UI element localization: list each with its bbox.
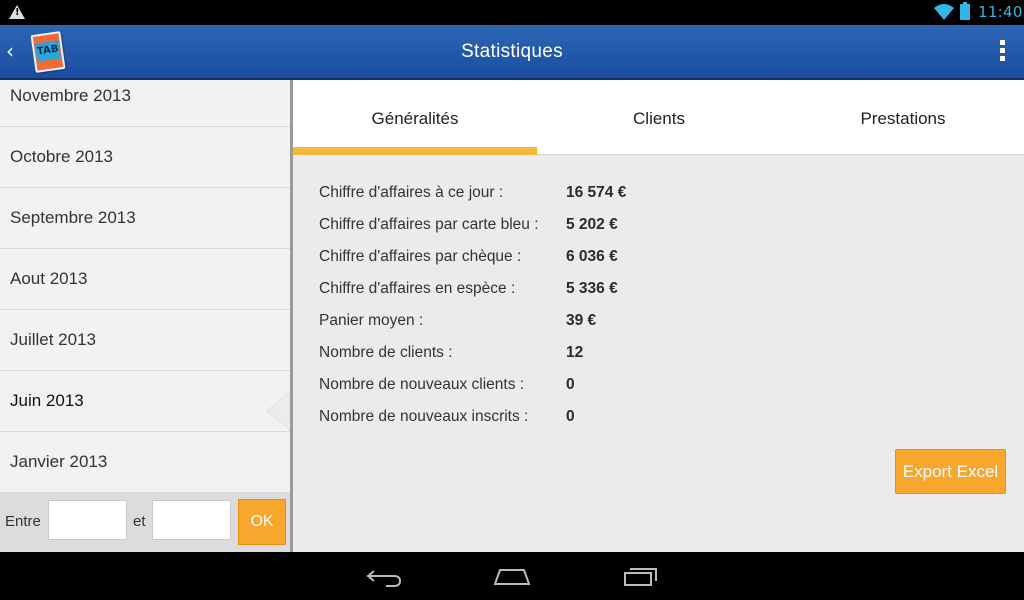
stat-row-nb-clients: Nombre de clients : 12 — [319, 344, 719, 376]
month-item-octobre-2013[interactable]: Octobre 2013 — [0, 127, 290, 188]
month-item-novembre-2013[interactable]: Novembre 2013 — [0, 80, 290, 127]
month-item-juillet-2013[interactable]: Juillet 2013 — [0, 310, 290, 371]
month-label: Janvier 2013 — [10, 452, 108, 471]
stat-value: 12 — [566, 344, 584, 361]
export-excel-button[interactable]: Export Excel — [895, 449, 1006, 494]
stat-row-nouveaux-clients: Nombre de nouveaux clients : 0 — [319, 376, 719, 408]
stat-value: 5 202 € — [566, 216, 618, 233]
month-label: Aout 2013 — [10, 269, 88, 288]
stat-row-ca-cheque: Chiffre d'affaires par chèque : 6 036 € — [319, 248, 719, 280]
sidebar: Novembre 2013 Octobre 2013 Septembre 201… — [0, 80, 290, 552]
stat-label: Nombre de clients : — [319, 344, 453, 361]
month-item-janvier-2013[interactable]: Janvier 2013 — [0, 432, 290, 492]
status-bar: 11:40 — [0, 0, 1024, 25]
month-label: Juillet 2013 — [10, 330, 97, 349]
ok-button[interactable]: OK — [238, 499, 286, 545]
tab-generalites[interactable]: Généralités — [293, 80, 537, 155]
month-item-juin-2013[interactable]: Juin 2013 — [0, 371, 290, 432]
page-title: Statistiques — [461, 41, 563, 62]
screen: 11:40 ‹ TAB Statistiques Novembre 2013 O… — [0, 0, 1024, 600]
battery-icon — [960, 2, 970, 20]
stat-value: 6 036 € — [566, 248, 618, 265]
stat-value: 5 336 € — [566, 280, 618, 297]
action-bar: ‹ TAB Statistiques — [0, 25, 1024, 80]
recent-apps-icon[interactable] — [620, 562, 660, 590]
tab-clients[interactable]: Clients — [537, 80, 781, 155]
warning-icon — [9, 5, 25, 19]
month-list[interactable]: Novembre 2013 Octobre 2013 Septembre 201… — [0, 80, 290, 492]
stat-value: 0 — [566, 376, 575, 393]
stat-label: Panier moyen : — [319, 312, 424, 329]
month-label: Novembre 2013 — [10, 86, 131, 105]
stat-label: Chiffre d'affaires à ce jour : — [319, 184, 504, 201]
system-nav-bar — [0, 552, 1024, 600]
stat-value: 39 € — [566, 312, 597, 329]
wifi-icon — [934, 4, 954, 20]
stat-label: Chiffre d'affaires par chèque : — [319, 248, 522, 265]
stat-value: 0 — [566, 408, 575, 425]
up-navigation-icon[interactable]: ‹ — [6, 41, 14, 61]
to-date-input[interactable] — [152, 500, 231, 540]
stat-label: Chiffre d'affaires par carte bleu : — [319, 216, 539, 233]
month-item-aout-2013[interactable]: Aout 2013 — [0, 249, 290, 310]
app-logo[interactable]: TAB — [30, 31, 66, 73]
clock: 11:40 — [978, 3, 1023, 21]
stat-label: Nombre de nouveaux clients : — [319, 376, 525, 393]
month-label: Septembre 2013 — [10, 208, 136, 227]
home-icon[interactable] — [492, 562, 532, 590]
from-date-input[interactable] — [48, 500, 127, 540]
month-label: Juin 2013 — [10, 391, 84, 410]
stat-row-nouveaux-inscrits: Nombre de nouveaux inscrits : 0 — [319, 408, 719, 440]
stat-row-panier-moyen: Panier moyen : 39 € — [319, 312, 719, 344]
main-content: Généralités Clients Prestations Chiffre … — [293, 80, 1024, 552]
app-logo-text: TAB — [34, 40, 61, 62]
date-range-filter: Entre et OK — [0, 492, 290, 552]
to-label: et — [133, 513, 146, 530]
from-label: Entre — [5, 513, 41, 530]
month-label: Octobre 2013 — [10, 147, 114, 166]
stat-row-ca-total: Chiffre d'affaires à ce jour : 16 574 € — [319, 184, 719, 216]
month-item-septembre-2013[interactable]: Septembre 2013 — [0, 188, 290, 249]
stat-label: Chiffre d'affaires en espèce : — [319, 280, 516, 297]
stat-row-ca-carte: Chiffre d'affaires par carte bleu : 5 20… — [319, 216, 719, 248]
overflow-menu-icon[interactable] — [994, 40, 1010, 66]
back-icon[interactable] — [364, 562, 404, 590]
stat-label: Nombre de nouveaux inscrits : — [319, 408, 529, 425]
stat-row-ca-espece: Chiffre d'affaires en espèce : 5 336 € — [319, 280, 719, 312]
stat-value: 16 574 € — [566, 184, 627, 201]
tab-prestations[interactable]: Prestations — [781, 80, 1024, 155]
tab-bar: Généralités Clients Prestations — [293, 80, 1024, 155]
selection-indicator — [266, 391, 290, 431]
